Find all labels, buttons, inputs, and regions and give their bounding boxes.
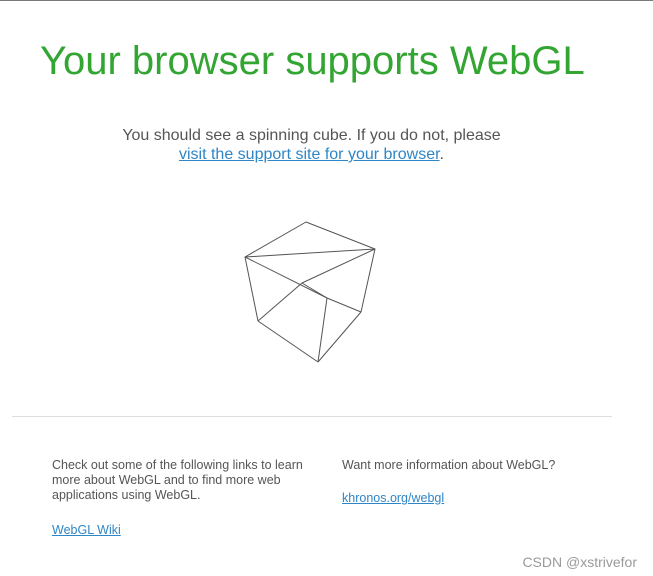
learn-more-column: Check out some of the following links to…	[52, 458, 312, 538]
cube-back-face	[301, 248, 376, 284]
learn-more-text: Check out some of the following links to…	[52, 458, 303, 502]
more-info-text: Want more information about WebGL?	[342, 458, 556, 472]
intro-paragraph: You should see a spinning cube. If you d…	[0, 126, 623, 164]
intro-text: You should see a spinning cube. If you d…	[122, 127, 501, 144]
support-site-link[interactable]: visit the support site for your browser	[179, 146, 440, 163]
watermark-text: CSDN @xstrivefor	[522, 554, 637, 570]
webgl-test-page: Your browser supports WebGL You should s…	[0, 0, 653, 576]
intro-period: .	[439, 146, 444, 163]
section-divider	[12, 416, 612, 417]
spinning-cube-canvas	[244, 221, 376, 363]
cube-top-face	[244, 221, 376, 258]
khronos-link[interactable]: khronos.org/webgl	[342, 491, 444, 505]
page-title: Your browser supports WebGL	[40, 39, 585, 83]
more-info-column: Want more information about WebGL? khron…	[342, 458, 602, 506]
webgl-wiki-link[interactable]: WebGL Wiki	[52, 523, 121, 537]
